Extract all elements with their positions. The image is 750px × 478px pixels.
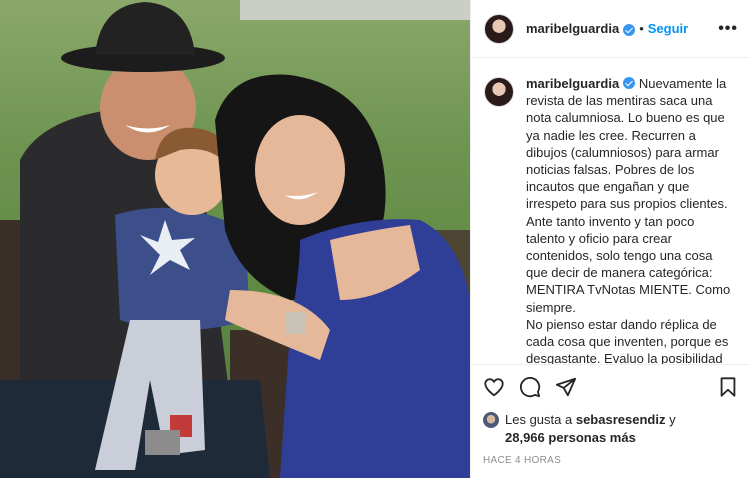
photo-illustration: [0, 0, 470, 478]
bookmark-icon[interactable]: [717, 376, 739, 398]
avatar[interactable]: [484, 13, 514, 44]
post-sidebar: maribelguardia • Seguir ••• maribelguard…: [470, 0, 750, 478]
likes-text: Les gusta a sebasresendiz y 28,966 perso…: [505, 411, 676, 447]
caption-verified-badge-icon: [623, 77, 636, 89]
share-icon[interactable]: [555, 376, 577, 398]
verified-badge-icon: [623, 23, 636, 36]
likes-prefix: Les gusta a: [505, 412, 573, 427]
header-username[interactable]: maribelguardia: [526, 21, 619, 36]
separator-dot: •: [639, 21, 644, 36]
caption-text: Nuevamente la revista de las mentiras sa…: [526, 76, 731, 364]
caption-avatar[interactable]: [484, 77, 514, 107]
heart-icon[interactable]: [483, 376, 505, 398]
post-caption: maribelguardia Nuevamente la revista de …: [526, 75, 737, 364]
likes-joiner: y: [669, 412, 676, 427]
post-timestamp[interactable]: HACE 4 HORAS: [483, 455, 739, 466]
post-actions: Les gusta a sebasresendiz y 28,966 perso…: [471, 364, 750, 478]
likes-count[interactable]: 28,966 personas más: [505, 430, 636, 445]
comment-icon[interactable]: [519, 376, 541, 398]
liker-avatar[interactable]: [483, 412, 499, 428]
liker-username[interactable]: sebasresendiz: [576, 412, 666, 427]
follow-button[interactable]: Seguir: [648, 21, 688, 36]
caption-username[interactable]: maribelguardia: [526, 76, 619, 91]
action-icons: [483, 373, 739, 401]
caption-area[interactable]: maribelguardia Nuevamente la revista de …: [471, 59, 750, 364]
post-photo[interactable]: [0, 0, 470, 478]
likes-summary: Les gusta a sebasresendiz y 28,966 perso…: [483, 411, 739, 447]
more-options-icon[interactable]: •••: [718, 20, 738, 38]
post-header: maribelguardia • Seguir •••: [471, 0, 750, 58]
